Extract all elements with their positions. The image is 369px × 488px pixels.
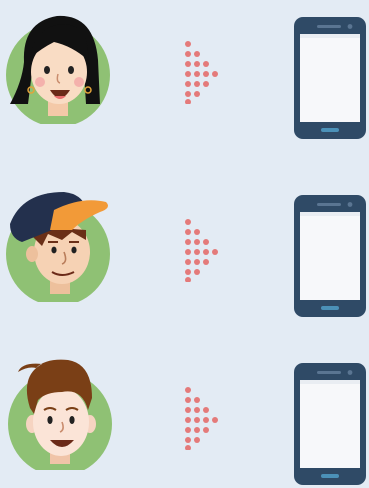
dotted-arrow-icon bbox=[185, 219, 218, 282]
smartphone-icon bbox=[294, 17, 366, 139]
row-man-brown-hair-to-phone bbox=[0, 358, 369, 488]
woman-black-hair-avatar bbox=[6, 15, 110, 124]
smartphone-icon bbox=[294, 195, 366, 317]
illustration-scene bbox=[0, 0, 369, 485]
man-cap-avatar bbox=[6, 192, 110, 302]
row-woman-to-phone bbox=[0, 12, 369, 142]
man-brown-hair-avatar bbox=[8, 359, 112, 470]
dotted-arrow-icon bbox=[185, 387, 218, 450]
dotted-arrow-icon bbox=[185, 41, 218, 104]
smartphone-icon bbox=[294, 363, 366, 485]
row-man-cap-to-phone bbox=[0, 190, 369, 320]
